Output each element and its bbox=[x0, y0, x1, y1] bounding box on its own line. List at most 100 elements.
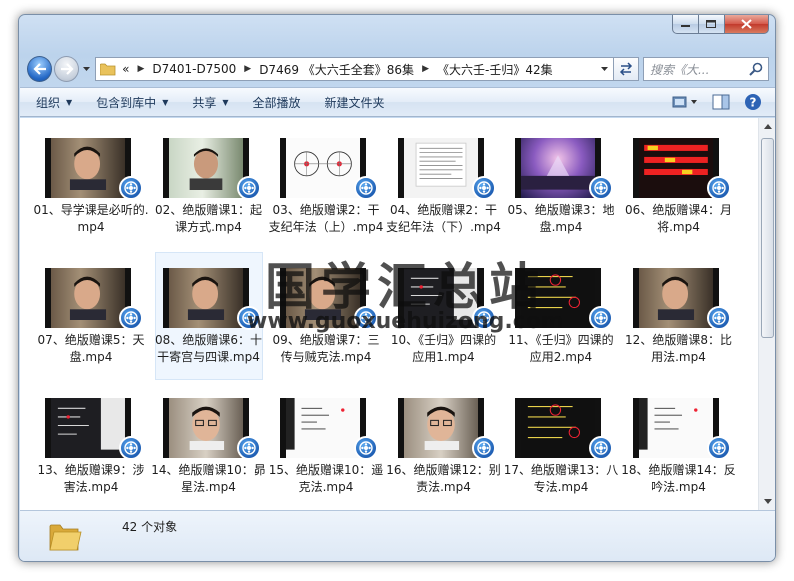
file-tile[interactable]: 04、绝版赠课2：干支纪年法（下）.mp4 bbox=[386, 124, 501, 250]
media-player-icon bbox=[471, 436, 496, 460]
chevron-down-icon: ▼ bbox=[222, 97, 229, 107]
explorer-window: « ▶ D7401-D7500 ▶ D7469 《大六壬全套》86集 ▶ 《大六… bbox=[18, 14, 776, 562]
file-tile[interactable]: 16、绝版赠课12：别责法.mp4 bbox=[386, 384, 501, 510]
search-input[interactable]: 搜索《大... bbox=[650, 61, 749, 78]
folder-icon bbox=[49, 524, 82, 550]
file-tile[interactable]: 14、绝版赠课10：昴星法.mp4 bbox=[151, 384, 266, 510]
forward-button[interactable] bbox=[54, 56, 80, 82]
video-thumbnail[interactable] bbox=[632, 398, 719, 458]
video-thumbnail[interactable] bbox=[632, 138, 719, 198]
recent-pages-dropdown[interactable] bbox=[81, 66, 91, 72]
media-player-icon bbox=[236, 306, 261, 330]
breadcrumb-item[interactable]: D7469 《大六壬全套》86集 bbox=[259, 61, 414, 78]
file-name: 12、绝版赠课8：比用法.mp4 bbox=[625, 333, 732, 364]
file-tile[interactable]: 02、绝版赠课1：起课方式.mp4 bbox=[155, 124, 263, 250]
file-tile[interactable]: 06、绝版赠课4：月将.mp4 bbox=[625, 124, 733, 250]
back-button[interactable] bbox=[27, 56, 53, 82]
scroll-down-button[interactable] bbox=[759, 493, 775, 510]
file-tile[interactable]: 15、绝版赠课10：遥克法.mp4 bbox=[269, 384, 383, 510]
command-bar: 组织 ▼ 包含到库中 ▼ 共享 ▼ 全部播放 新建文件夹 ? bbox=[20, 87, 775, 117]
file-name: 06、绝版赠课4：月将.mp4 bbox=[625, 203, 732, 234]
media-player-icon bbox=[236, 176, 261, 200]
file-view[interactable]: 01、导学课是必听的.mp4 02、绝版赠课1：起课方式.mp4 03、绝版赠课2：… bbox=[20, 118, 758, 510]
file-tile[interactable]: 09、绝版赠课7：三传与贼克法.mp4 bbox=[273, 254, 380, 380]
media-player-icon bbox=[589, 176, 613, 200]
search-box[interactable]: 搜索《大... bbox=[642, 57, 769, 81]
navigation-bar: « ▶ D7401-D7500 ▶ D7469 《大六壬全套》86集 ▶ 《大六… bbox=[27, 55, 769, 83]
breadcrumb-separator: ▶ bbox=[244, 64, 252, 74]
caption-buttons bbox=[672, 15, 769, 34]
address-history-dropdown[interactable] bbox=[597, 58, 613, 80]
video-thumbnail[interactable] bbox=[162, 268, 249, 328]
scroll-up-button[interactable] bbox=[759, 118, 775, 135]
file-tile[interactable]: 07、绝版赠课5：天盘.mp4 bbox=[38, 254, 145, 380]
minimize-button[interactable] bbox=[672, 15, 699, 34]
view-controls: ? bbox=[672, 93, 775, 111]
media-player-icon bbox=[354, 306, 378, 330]
file-name: 16、绝版赠课12：别责法.mp4 bbox=[386, 463, 501, 494]
file-name: 11、《壬归》四课的应用2.mp4 bbox=[508, 333, 614, 364]
media-player-icon bbox=[589, 306, 613, 330]
video-thumbnail[interactable] bbox=[162, 138, 249, 198]
file-name: 07、绝版赠课5：天盘.mp4 bbox=[37, 333, 145, 364]
chevron-down-icon bbox=[763, 499, 772, 504]
media-player-icon bbox=[119, 436, 143, 460]
include-library-label: 包含到库中 bbox=[96, 95, 157, 110]
file-name: 10、《壬归》四课的应用1.mp4 bbox=[390, 333, 497, 364]
close-icon bbox=[741, 19, 752, 29]
refresh-button[interactable] bbox=[613, 57, 639, 81]
chevron-down-icon bbox=[82, 66, 90, 71]
search-icon[interactable] bbox=[749, 62, 763, 76]
file-tile[interactable]: 11、《壬归》四课的应用2.mp4 bbox=[508, 254, 615, 380]
media-player-icon bbox=[119, 306, 143, 330]
file-tile[interactable]: 03、绝版赠课2：干支纪年法（上）.mp4 bbox=[269, 124, 383, 250]
refresh-icon bbox=[619, 62, 632, 76]
maximize-button[interactable] bbox=[699, 15, 725, 34]
file-tile[interactable]: 13、绝版赠课9：涉害法.mp4 bbox=[38, 384, 145, 510]
play-all-label: 全部播放 bbox=[252, 95, 301, 110]
chevron-down-icon bbox=[601, 66, 609, 71]
breadcrumb-separator: ▶ bbox=[422, 64, 429, 74]
file-tile[interactable]: 01、导学课是必听的.mp4 bbox=[33, 124, 149, 250]
share-button[interactable]: 共享 ▼ bbox=[192, 94, 228, 111]
file-tile[interactable]: 17、绝版赠课13：八专法.mp4 bbox=[504, 384, 618, 510]
organize-button[interactable]: 组织 ▼ bbox=[36, 94, 72, 111]
breadcrumb-overflow[interactable]: « bbox=[122, 62, 129, 76]
video-thumbnail[interactable] bbox=[397, 138, 484, 198]
view-options-icon[interactable] bbox=[672, 95, 698, 109]
details-pane: 42 个对象 bbox=[20, 510, 775, 561]
file-tile[interactable]: 12、绝版赠课8：比用法.mp4 bbox=[625, 254, 733, 380]
file-tile[interactable]: 05、绝版赠课3：地盘.mp4 bbox=[508, 124, 615, 250]
new-folder-button[interactable]: 新建文件夹 bbox=[325, 94, 385, 111]
file-name: 13、绝版赠课9：涉害法.mp4 bbox=[37, 463, 145, 494]
vertical-scrollbar[interactable] bbox=[758, 118, 775, 510]
file-name: 08、绝版赠课6：十干寄宫与四课.mp4 bbox=[155, 333, 262, 364]
file-tile[interactable]: 08、绝版赠课6：十干寄宫与四课.mp4 bbox=[154, 252, 263, 380]
video-thumbnail[interactable] bbox=[162, 398, 249, 458]
media-player-icon bbox=[354, 176, 378, 200]
close-button[interactable] bbox=[725, 15, 769, 34]
file-name: 03、绝版赠课2：干支纪年法（上）.mp4 bbox=[268, 203, 384, 234]
help-icon[interactable]: ? bbox=[744, 93, 762, 111]
scrollbar-thumb[interactable] bbox=[761, 138, 774, 338]
arrow-right-icon bbox=[60, 63, 74, 75]
file-name: 18、绝版赠课14：反吟法.mp4 bbox=[621, 463, 736, 494]
address-bar[interactable]: « ▶ D7401-D7500 ▶ D7469 《大六壬全套》86集 ▶ 《大六… bbox=[95, 57, 614, 81]
breadcrumb-item[interactable]: D7401-D7500 bbox=[152, 62, 236, 76]
arrow-left-icon bbox=[33, 63, 46, 75]
video-thumbnail[interactable] bbox=[397, 268, 484, 328]
video-thumbnail[interactable] bbox=[397, 398, 484, 458]
chevron-up-icon bbox=[763, 124, 772, 129]
organize-label: 组织 bbox=[36, 95, 61, 110]
file-tile[interactable]: 10、《壬归》四课的应用1.mp4 bbox=[391, 254, 498, 380]
media-player-icon bbox=[706, 436, 731, 460]
include-library-button[interactable]: 包含到库中 ▼ bbox=[96, 94, 168, 111]
video-thumbnail[interactable] bbox=[632, 268, 719, 328]
play-all-button[interactable]: 全部播放 bbox=[253, 94, 301, 111]
svg-text:?: ? bbox=[750, 96, 757, 110]
breadcrumb-item[interactable]: 《大六壬-壬归》42集 bbox=[437, 61, 553, 78]
file-name: 05、绝版赠课3：地盘.mp4 bbox=[507, 203, 615, 234]
media-player-icon bbox=[354, 436, 378, 460]
file-tile[interactable]: 18、绝版赠课14：反吟法.mp4 bbox=[621, 384, 736, 510]
preview-pane-icon[interactable] bbox=[712, 94, 730, 110]
